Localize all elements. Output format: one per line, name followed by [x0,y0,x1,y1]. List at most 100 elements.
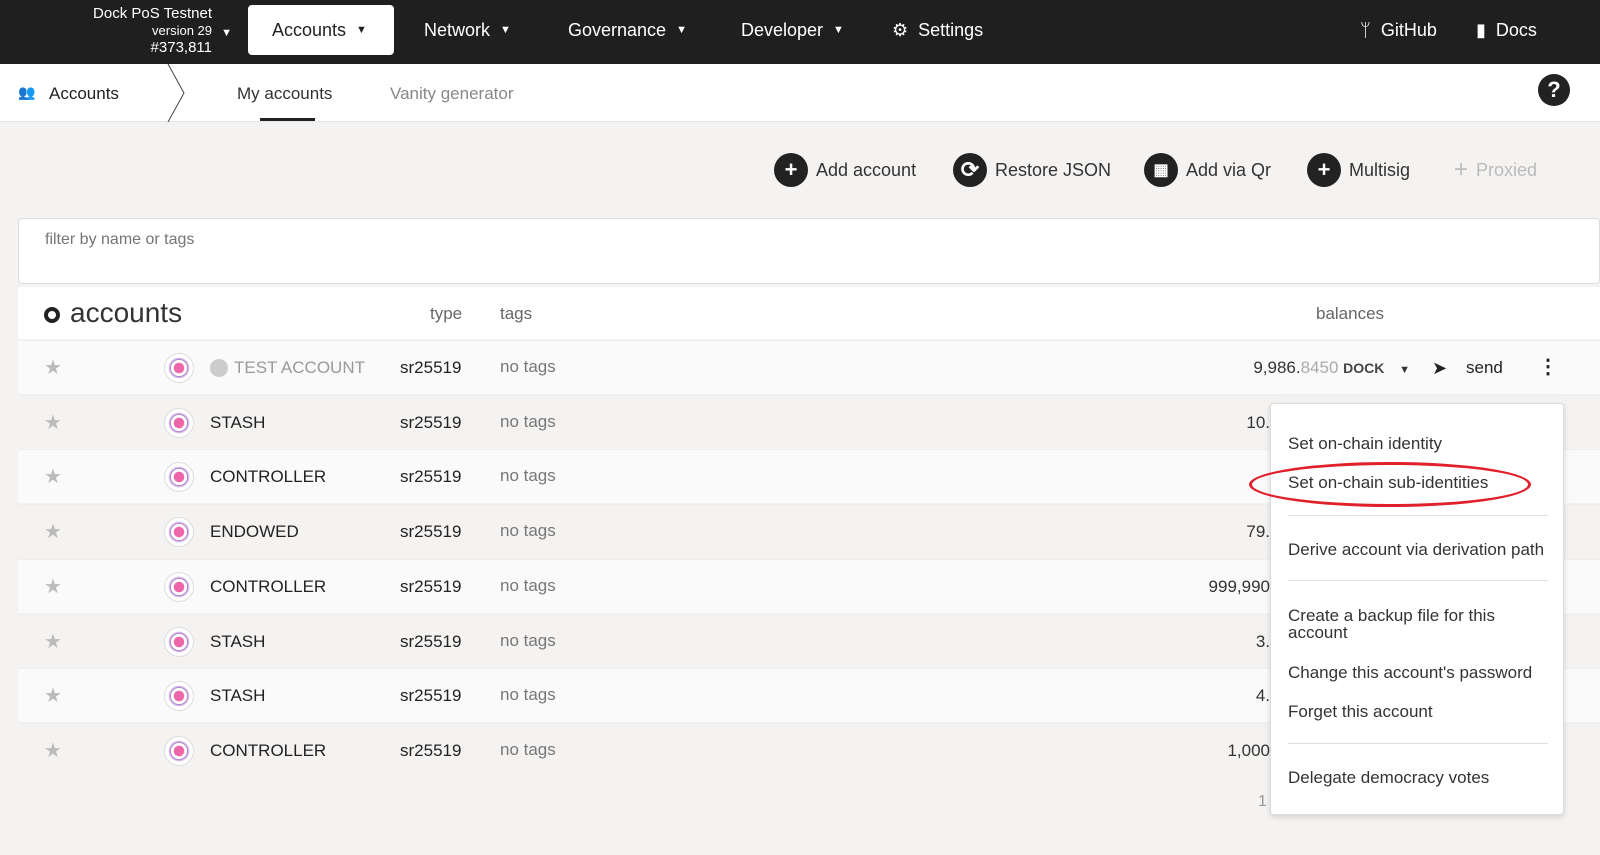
nav-network[interactable]: Network ▼ [400,5,535,55]
caret-down-icon: ▼ [833,24,844,36]
caret-down-icon: ▼ [221,27,232,39]
star-icon[interactable]: ★ [44,519,62,544]
account-tags[interactable]: no tags [500,740,556,760]
multisig-button[interactable]: + Multisig [1307,152,1410,188]
account-tags[interactable]: no tags [500,521,556,541]
star-icon[interactable]: ★ [44,464,62,489]
chain-selector[interactable]: Dock PoS Testnet version 29 #373,811 ▼ [93,5,232,56]
docs-label: Docs [1495,19,1537,40]
plus-icon: + [1454,156,1469,183]
star-icon[interactable]: ★ [44,738,62,763]
star-icon[interactable]: ★ [44,574,62,599]
star-icon[interactable]: ★ [44,629,62,654]
menu-item-backup[interactable]: Create a backup file for this account [1288,607,1553,641]
star-icon[interactable]: ★ [44,410,62,435]
button-label: Add account [816,159,917,180]
account-tags[interactable]: no tags [500,631,556,651]
proxied-button[interactable]: + Proxied [1454,152,1537,188]
tab-my-accounts[interactable]: My accounts [237,84,332,104]
filter-field[interactable] [18,218,1600,284]
balance[interactable]: 3. [1256,632,1270,652]
caret-down-icon: ▼ [676,24,687,36]
nav-governance[interactable]: Governance ▼ [544,5,711,55]
account-name[interactable]: TEST ACCOUNT [234,358,365,378]
account-name[interactable]: CONTROLLER [210,467,326,487]
block-number: #373,811 [150,39,212,56]
caret-down-icon: ▼ [500,24,511,36]
menu-divider [1288,743,1548,744]
identicon[interactable] [164,681,194,712]
star-icon[interactable]: ★ [44,683,62,708]
identicon[interactable] [164,407,194,438]
account-tags[interactable]: no tags [500,357,556,377]
account-tags[interactable]: no tags [500,685,556,705]
nav-settings[interactable]: ⚙ Settings [868,5,1007,55]
nav-label: Settings [918,19,984,40]
button-label: Multisig [1349,159,1411,180]
identicon[interactable] [164,735,194,766]
account-tags[interactable]: no tags [500,576,556,596]
account-name[interactable]: ENDOWED [210,522,299,542]
balance[interactable]: 9,986.8450 DOCK ▼ [1253,358,1410,378]
sub-nav: 👥 Accounts My accounts Vanity generator … [0,64,1600,122]
account-name[interactable]: STASH [210,686,265,706]
filter-input[interactable] [19,219,1599,261]
help-button[interactable]: ? [1538,74,1570,106]
footer-balance: 1 [1258,793,1267,810]
chain-name: Dock PoS Testnet [93,5,212,22]
balance[interactable]: 79. [1246,522,1270,542]
menu-item-delegate[interactable]: Delegate democracy votes [1288,769,1553,786]
account-name[interactable]: STASH [210,632,265,652]
active-tab-indicator [260,118,315,121]
nav-label: Accounts [272,19,347,40]
sync-icon: ⟳ [953,153,987,187]
send-button[interactable]: send [1466,358,1503,378]
balance[interactable]: 999,990 [1209,577,1270,597]
identicon[interactable] [164,517,194,548]
docs-link[interactable]: ▮ Docs [1452,5,1561,55]
github-link[interactable]: ᛘ GitHub [1336,5,1461,55]
account-tags[interactable]: no tags [500,412,556,432]
menu-item-forget[interactable]: Forget this account [1288,703,1553,720]
menu-item-derive[interactable]: Derive account via derivation path [1288,541,1553,558]
identicon[interactable] [164,626,194,657]
menu-item-set-identity[interactable]: Set on-chain identity [1288,435,1553,452]
star-icon[interactable]: ★ [44,355,62,380]
balance[interactable]: 4. [1256,686,1270,706]
identicon[interactable] [164,462,194,493]
balance-decimal: 8450 [1300,358,1339,377]
nav-developer[interactable]: Developer ▼ [717,5,868,55]
account-type: sr25519 [400,740,462,760]
branch-icon: ᛘ [1360,19,1371,40]
identicon[interactable] [164,571,194,602]
account-type: sr25519 [400,686,462,706]
account-tags[interactable]: no tags [500,466,556,486]
account-name[interactable]: CONTROLLER [210,577,326,597]
restore-json-button[interactable]: ⟳ Restore JSON [953,152,1111,188]
menu-item-change-password[interactable]: Change this account's password [1288,664,1553,681]
account-type: sr25519 [400,576,462,596]
account-name[interactable]: STASH [210,413,265,433]
highlight-annotation [1249,462,1531,507]
github-label: GitHub [1380,19,1437,40]
more-vertical-icon[interactable]: ⋮ [1538,354,1558,379]
table-row: ★ TEST ACCOUNT sr25519 no tags 9,986.8450 … [18,340,1600,394]
account-name[interactable]: CONTROLLER [210,741,326,761]
caret-down-icon: ▼ [356,24,367,36]
nav-accounts[interactable]: Accounts ▼ [248,5,394,55]
balance-unit: DOCK [1343,360,1385,376]
balance[interactable]: 10. [1246,413,1270,433]
add-account-button[interactable]: + Add account [774,152,916,188]
users-icon: 👥 [18,84,36,100]
balance-integer: 9,986. [1253,358,1301,377]
tab-vanity-generator[interactable]: Vanity generator [390,84,513,104]
chain-version: version 29 [152,23,212,38]
table-title: accounts [70,297,183,328]
balance[interactable]: 1,000 [1227,741,1270,761]
add-via-qr-button[interactable]: ▦ Add via Qr [1144,152,1271,188]
toggle-dot-icon[interactable] [44,307,60,323]
identicon[interactable] [164,353,194,383]
breadcrumb-chevron [167,64,185,122]
gears-icon: ⚙ [892,19,909,40]
minus-circle-icon [210,359,228,377]
